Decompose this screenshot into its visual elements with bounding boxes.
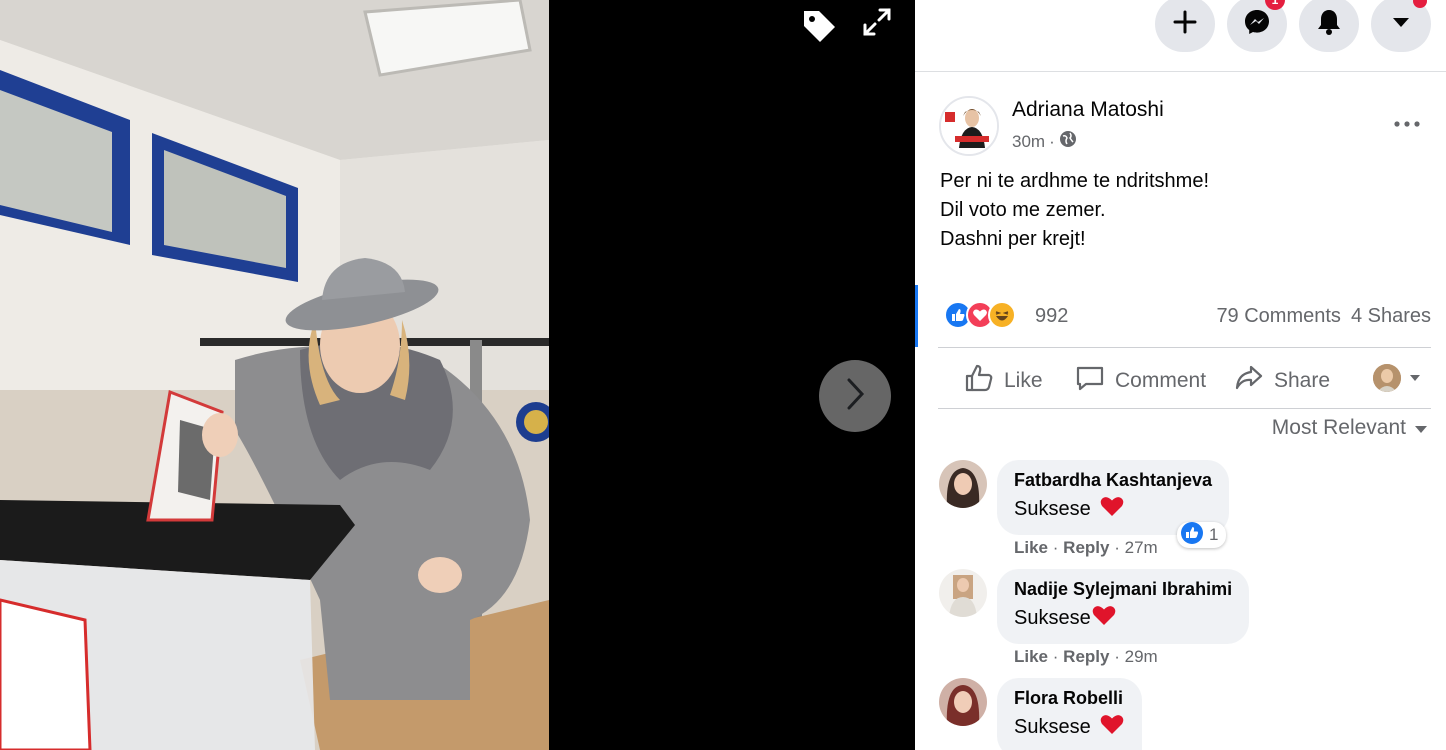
- comment-like-link[interactable]: Like: [1014, 538, 1048, 557]
- comment-bubble: Nadije Sylejmani Ibrahimi Suksese: [997, 569, 1250, 644]
- plus-icon: [1173, 10, 1197, 39]
- caret-down-icon: [1409, 369, 1421, 387]
- comment-reaction-count: 1: [1209, 525, 1219, 544]
- comment-text-content: Suksese: [1014, 715, 1091, 738]
- post-stats: 992 79 Comments 4 Shares: [915, 285, 1446, 347]
- post-author[interactable]: Adriana Matoshi: [1012, 98, 1164, 122]
- post-header: Adriana Matoshi 30m ·: [915, 72, 1446, 158]
- notification-dot: [1413, 0, 1427, 8]
- haha-reaction-icon: [988, 301, 1016, 329]
- chevron-right-icon: [843, 376, 867, 417]
- engagement-counts: 79 Comments 4 Shares: [1216, 305, 1431, 328]
- bell-icon: [1316, 8, 1342, 41]
- create-button[interactable]: [1155, 0, 1215, 52]
- comment-text: Suksese: [1014, 604, 1232, 632]
- comment-footer: Like · Reply · 29m: [1014, 647, 1158, 667]
- comment-time[interactable]: 29m: [1125, 647, 1158, 666]
- meta-separator: ·: [1049, 131, 1055, 151]
- heart-icon: [1099, 713, 1125, 741]
- tag-icon[interactable]: [799, 6, 839, 46]
- separator: ·: [1114, 538, 1120, 557]
- photo-illustration: [0, 0, 549, 750]
- post-time[interactable]: 30m: [1012, 132, 1045, 152]
- viewer-toolbar: [799, 6, 893, 46]
- separator: ·: [1052, 647, 1059, 666]
- next-photo-button[interactable]: [819, 360, 891, 432]
- comment-reaction-summary[interactable]: 1: [1177, 521, 1227, 549]
- post-line: Dil voto me zemer.: [940, 199, 1106, 221]
- post-meta: 30m ·: [1012, 130, 1077, 153]
- photo-viewer: [0, 0, 915, 750]
- commenter-name[interactable]: Flora Robelli: [1014, 688, 1125, 709]
- reaction-icons[interactable]: [944, 301, 1016, 329]
- comment-like-link[interactable]: Like: [1014, 647, 1048, 666]
- comment-button[interactable]: Comment: [1075, 364, 1206, 398]
- post-actions: Like Comment Share: [938, 347, 1431, 409]
- globe-icon: [1059, 130, 1077, 153]
- comment-text-content: Suksese: [1014, 606, 1091, 629]
- caret-down-icon: [1391, 15, 1411, 34]
- comment-time[interactable]: 27m: [1125, 538, 1158, 557]
- like-reaction-icon: [1181, 521, 1203, 549]
- post-panel: 1 Adriana Matoshi 30m · Per ni te ardhme…: [915, 0, 1446, 750]
- comment-reply-link[interactable]: Reply: [1063, 538, 1109, 557]
- commenter-name[interactable]: Fatbardha Kashtanjeva: [1014, 470, 1212, 491]
- comment-icon: [1075, 364, 1105, 398]
- caret-down-icon: [1414, 416, 1428, 440]
- comment-footer: Like · Reply · 27m: [1014, 538, 1158, 558]
- reaction-count[interactable]: 992: [1035, 305, 1068, 328]
- comment-sort-dropdown[interactable]: Most Relevant: [1272, 416, 1428, 440]
- like-label: Like: [1004, 369, 1043, 392]
- more-horizontal-icon: [1394, 114, 1420, 132]
- user-avatar: [1373, 364, 1401, 392]
- account-button[interactable]: [1371, 0, 1431, 52]
- comment-text: Suksese: [1014, 495, 1212, 523]
- separator: ·: [1052, 538, 1059, 557]
- top-navigation: 1: [915, 0, 1446, 72]
- post-as-selector[interactable]: [1373, 364, 1421, 392]
- commenter-name[interactable]: Nadije Sylejmani Ibrahimi: [1014, 579, 1232, 600]
- fullscreen-icon[interactable]: [861, 6, 893, 46]
- like-button[interactable]: Like: [964, 364, 1043, 398]
- shares-count[interactable]: 4 Shares: [1351, 305, 1431, 328]
- post-line: Dashni per krejt!: [940, 228, 1086, 250]
- author-avatar[interactable]: [939, 96, 999, 156]
- comment-label: Comment: [1115, 369, 1207, 392]
- thumbs-up-icon: [964, 364, 994, 398]
- comment-reply-link[interactable]: Reply: [1063, 647, 1109, 666]
- share-button[interactable]: Share: [1234, 364, 1330, 398]
- heart-icon: [1091, 604, 1117, 632]
- notifications-button[interactable]: [1299, 0, 1359, 52]
- messenger-icon: [1243, 8, 1271, 41]
- messenger-button[interactable]: 1: [1227, 0, 1287, 52]
- post-line: Per ni te ardhme te ndritshme!: [940, 170, 1210, 192]
- separator: ·: [1114, 647, 1120, 666]
- post-options-button[interactable]: [1390, 106, 1424, 140]
- commenter-avatar[interactable]: [939, 569, 987, 617]
- share-label: Share: [1274, 369, 1331, 392]
- sort-label: Most Relevant: [1271, 416, 1406, 439]
- comment-text: Suksese: [1014, 713, 1125, 741]
- commenter-avatar[interactable]: [939, 678, 987, 726]
- post-text: Per ni te ardhme te ndritshme! Dil voto …: [940, 167, 1209, 254]
- comment-text-content: Suksese: [1014, 497, 1091, 520]
- heart-icon: [1099, 495, 1125, 523]
- comment-bubble: Flora Robelli Suksese: [997, 678, 1142, 750]
- share-icon: [1234, 364, 1264, 398]
- commenter-avatar[interactable]: [939, 460, 987, 508]
- comments-count[interactable]: 79 Comments: [1216, 305, 1341, 328]
- post-photo: [0, 0, 549, 750]
